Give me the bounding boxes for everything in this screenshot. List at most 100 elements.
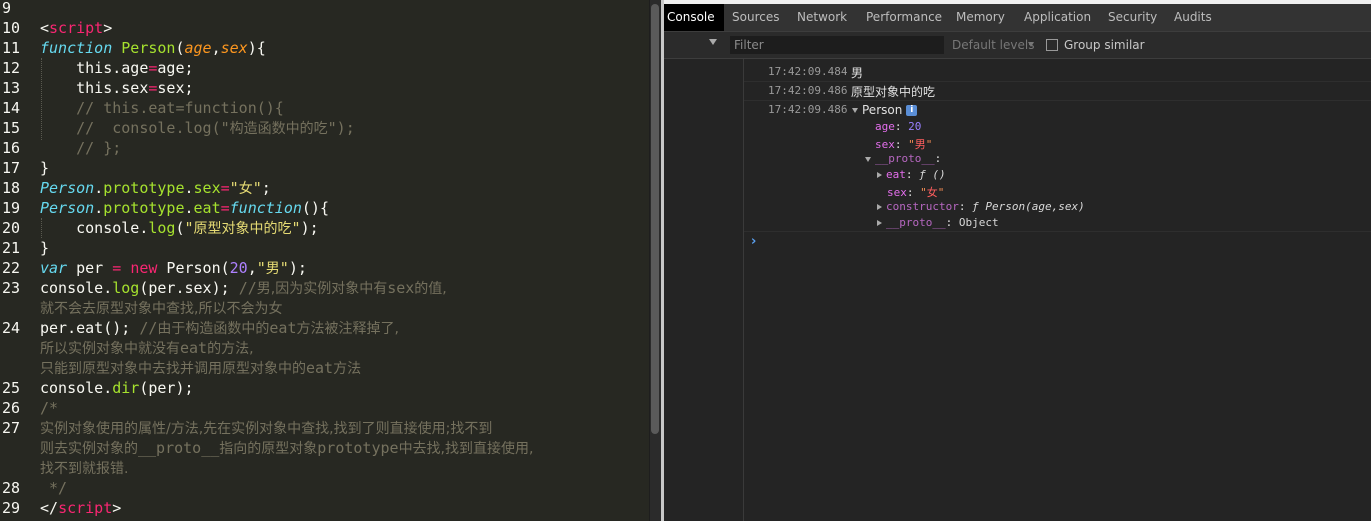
code-line[interactable]: this.age=age;: [40, 58, 194, 78]
tab-security[interactable]: Security: [1108, 4, 1157, 31]
default-levels-dropdown[interactable]: Default levels: [952, 38, 1034, 52]
code-line[interactable]: }: [40, 238, 49, 258]
code-token: prototype: [103, 199, 185, 217]
code-token: dir: [112, 379, 140, 397]
code-token: 就不会去原型对象中查找,所以不会为女: [40, 301, 283, 317]
code-line[interactable]: <script>: [40, 18, 112, 38]
code-line[interactable]: per.eat(); //由于构造函数中的eat方法被注释掉了,: [40, 318, 399, 338]
code-token: 20: [229, 259, 248, 277]
code-line[interactable]: 就不会去原型对象中查找,所以不会为女: [40, 298, 282, 318]
line-number: 28: [2, 479, 21, 497]
line-number: 10: [2, 19, 21, 37]
code-token: 指向的原型对象: [219, 441, 318, 457]
code-line[interactable]: console.dir(per);: [40, 378, 194, 398]
code-token: log: [112, 279, 140, 297]
prop-proto[interactable]: __proto__:: [865, 152, 941, 165]
code-token: ": [291, 219, 301, 237]
prop-constructor[interactable]: constructor: ƒ Person(age,sex): [877, 200, 1085, 213]
chevron-down-icon[interactable]: [709, 39, 717, 45]
log-message: 男: [851, 66, 864, 80]
expand-triangle-icon[interactable]: [852, 108, 858, 113]
code-line[interactable]: // this.eat=function(){: [40, 98, 284, 118]
code-token: ": [229, 179, 239, 197]
code-token: 女: [238, 181, 253, 197]
indent-guide: [41, 218, 42, 238]
code-line[interactable]: var per = new Person(20,"男");: [40, 258, 307, 278]
code-line[interactable]: console.log("原型对象中的吃");: [40, 218, 319, 238]
chevron-down-icon[interactable]: [1028, 42, 1034, 47]
log-message: 原型对象中的吃: [851, 85, 936, 99]
line-number: 11: [2, 39, 21, 57]
code-editor[interactable]: 9 10 11 12 13 14 15 16 17 18 19 20 21 22 23 24 25 26 27 28 2…: [0, 0, 650, 521]
code-token: this.age: [40, 59, 149, 77]
code-token: Person: [40, 199, 95, 217]
collapse-triangle-icon[interactable]: [877, 220, 882, 226]
tab-network[interactable]: Network: [797, 4, 847, 31]
code-line[interactable]: // };: [40, 138, 121, 158]
tab-application[interactable]: Application: [1024, 4, 1091, 31]
group-similar-checkbox[interactable]: [1046, 39, 1058, 51]
code-line[interactable]: Person.prototype.eat=function(){: [40, 198, 329, 218]
tab-audits[interactable]: Audits: [1174, 4, 1212, 31]
code-token: /*: [40, 399, 59, 417]
code-line[interactable]: function Person(age,sex){: [40, 38, 266, 58]
tab-performance[interactable]: Performance: [866, 4, 942, 31]
console-toolbar: Default levels Group similar: [664, 32, 1371, 59]
code-token: script: [49, 19, 104, 37]
collapse-triangle-icon[interactable]: [877, 172, 882, 178]
code-line[interactable]: 则去实例对象的__proto__指向的原型对象prototype中去找,找到直接…: [40, 438, 533, 458]
code-line[interactable]: }: [40, 158, 49, 178]
tab-console[interactable]: Console: [664, 4, 724, 31]
code-line[interactable]: */: [40, 478, 67, 498]
code-line[interactable]: // console.log("构造函数中的吃");: [40, 118, 355, 138]
code-line[interactable]: console.log(per.sex); //男,因为实例对象中有sex的值,: [40, 278, 447, 298]
code-token: 男,因为实例对象中有: [256, 281, 388, 297]
code-line[interactable]: 找不到就报错.: [40, 458, 128, 478]
code-token: prototype: [103, 179, 185, 197]
code-line[interactable]: 实例对象使用的属性/方法,先在实例对象中查找,找到了则直接使用;找不到: [40, 418, 492, 438]
code-token: (: [175, 219, 185, 237]
code-token: }: [40, 159, 50, 177]
code-token: 原型对象中的吃: [193, 221, 292, 237]
line-number: 25: [2, 379, 21, 397]
code-token: age;: [157, 59, 194, 77]
code-line[interactable]: this.sex=sex;: [40, 78, 193, 98]
code-line[interactable]: /*: [40, 398, 58, 418]
expand-triangle-icon[interactable]: [865, 156, 871, 162]
code-token: .: [184, 179, 194, 197]
prop-proto-sex: sex: "女": [887, 186, 945, 199]
tab-sources[interactable]: Sources: [732, 4, 779, 31]
console-prompt[interactable]: ›: [751, 234, 756, 249]
prop-eat[interactable]: eat: ƒ (): [877, 168, 946, 181]
code-token: Person(: [157, 259, 230, 277]
code-token: per: [67, 259, 113, 277]
code-token: */: [40, 479, 68, 497]
editor-scrollbar-thumb[interactable]: [651, 4, 659, 434]
line-number: 17: [2, 159, 21, 177]
code-token: eat: [193, 199, 221, 217]
line-number: 19: [2, 199, 21, 217]
code-token: function: [40, 39, 113, 57]
tab-memory[interactable]: Memory: [956, 4, 1005, 31]
collapse-triangle-icon[interactable]: [877, 204, 882, 210]
code-line[interactable]: </script>: [40, 498, 121, 518]
code-token: age: [184, 39, 212, 57]
code-line[interactable]: Person.prototype.sex="女";: [40, 178, 271, 198]
filter-input[interactable]: [730, 36, 944, 54]
code-content[interactable]: <script> function Person(age,sex){ this.a…: [40, 0, 645, 521]
line-number: 27: [2, 419, 21, 437]
object-root[interactable]: Person i: [852, 103, 918, 117]
code-line[interactable]: 所以实例对象中就没有eat的方法,: [40, 338, 254, 358]
code-token: .: [94, 179, 104, 197]
log-timestamp: 17:42:09.486: [768, 103, 848, 116]
prop-sex: sex: "男": [875, 138, 933, 151]
object-class-name: Person: [862, 103, 903, 117]
code-line[interactable]: 只能到原型对象中去找并调用原型对象中的eat方法: [40, 358, 361, 378]
info-icon[interactable]: i: [906, 105, 918, 116]
line-number: 21: [2, 239, 21, 257]
prop-proto-proto[interactable]: __proto__: Object: [877, 216, 999, 229]
code-token: (){: [301, 199, 329, 217]
line-number: 20: [2, 219, 21, 237]
